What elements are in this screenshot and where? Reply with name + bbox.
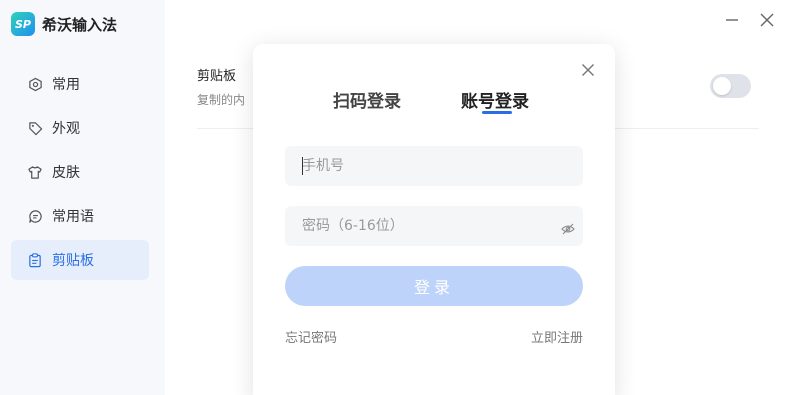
sidebar-nav: 常用 外观 皮肤 常用语 剪贴板 — [11, 64, 149, 284]
password-input[interactable] — [285, 206, 583, 246]
register-link[interactable]: 立即注册 — [531, 327, 583, 346]
tab-qr-login[interactable]: 扫码登录 — [333, 87, 401, 112]
sidebar-item-appearance[interactable]: 外观 — [11, 108, 149, 148]
sidebar-item-label: 皮肤 — [52, 165, 80, 181]
clipboard-setting-description: 复制的内 — [197, 93, 246, 107]
tab-account-login[interactable]: 账号登录 — [461, 87, 529, 112]
sidebar-item-label: 剪贴板 — [52, 253, 94, 269]
close-icon — [582, 64, 594, 76]
clipboard-icon — [27, 252, 43, 268]
shirt-icon — [27, 164, 43, 180]
chat-bubble-icon — [27, 208, 43, 224]
close-window-button[interactable] — [757, 10, 777, 30]
forgot-password-link[interactable]: 忘记密码 — [285, 327, 337, 346]
phone-input[interactable] — [285, 146, 583, 186]
sidebar-item-skin[interactable]: 皮肤 — [11, 152, 149, 192]
brand: SP 希沃输入法 — [11, 12, 117, 36]
toggle-knob — [713, 77, 731, 95]
sidebar-item-label: 外观 — [52, 121, 80, 137]
sidebar-item-label: 常用 — [52, 77, 80, 93]
clipboard-toggle[interactable] — [710, 74, 751, 98]
eye-hidden-icon[interactable] — [561, 220, 575, 235]
app-name: 希沃输入法 — [42, 15, 118, 34]
login-button[interactable]: 登录 — [285, 266, 583, 306]
sidebar-item-clipboard[interactable]: 剪贴板 — [11, 240, 149, 280]
sidebar: SP 希沃输入法 常用 外观 皮肤 常用语 剪贴板 — [0, 0, 165, 395]
clipboard-setting-title: 剪贴板 — [197, 69, 237, 84]
login-dialog: 扫码登录 账号登录 登录 忘记密码 立即注册 — [253, 44, 615, 395]
hexagon-settings-icon — [27, 76, 43, 92]
sidebar-item-phrases[interactable]: 常用语 — [11, 196, 149, 236]
close-icon — [760, 13, 774, 27]
sidebar-item-label: 常用语 — [52, 209, 94, 225]
app-logo-icon: SP — [11, 12, 35, 36]
minimize-icon — [726, 19, 738, 21]
sidebar-item-common[interactable]: 常用 — [11, 64, 149, 104]
dialog-close-button[interactable] — [581, 62, 597, 78]
active-tab-indicator — [482, 111, 512, 114]
minimize-button[interactable] — [722, 10, 742, 30]
tag-icon — [27, 120, 43, 136]
text-cursor — [302, 157, 303, 175]
